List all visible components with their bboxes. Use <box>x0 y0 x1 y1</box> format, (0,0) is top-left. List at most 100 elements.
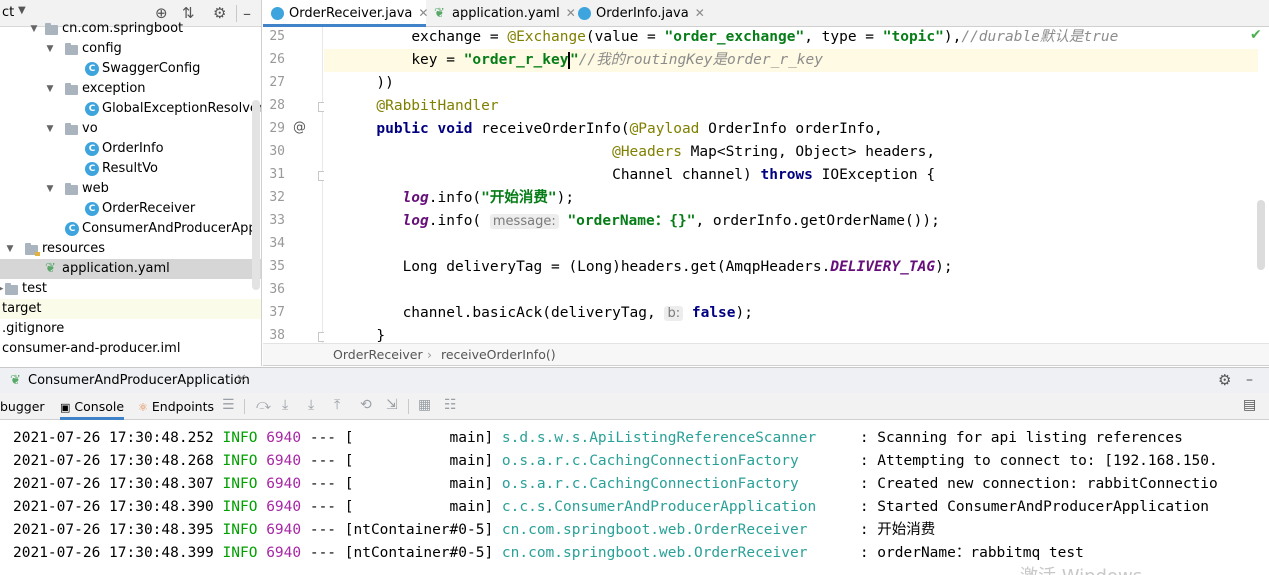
log-line: 2021-07-26 17:30:48.395 INFO 6940 --- [n… <box>13 522 936 538</box>
line-number: 36 <box>269 282 285 297</box>
code-editor[interactable]: exchange = @Exchange(value = "order_exch… <box>324 27 1258 343</box>
line-number: 27 <box>269 75 285 90</box>
tree-item-label: OrderReceiver <box>102 201 196 216</box>
tab-endpoints[interactable]: ⚛ Endpoints <box>138 393 214 420</box>
breadcrumb-method[interactable]: receiveOrderInfo() <box>441 344 556 366</box>
code-line-27: )) <box>324 75 394 91</box>
line-number: 33 <box>269 213 285 228</box>
tab-application-yaml[interactable]: ❦ application.yaml ✕ <box>426 0 576 27</box>
resources-folder-icon <box>25 243 40 256</box>
package-icon <box>45 23 58 35</box>
line-number: 37 <box>269 305 285 320</box>
run-tab-bar: bugger ▣ Console ⚛ Endpoints ☰ ⤼ ⤓ ⤓ ⤒ ⟲ ⇲… <box>0 393 1269 420</box>
console-output[interactable]: 2021-07-26 17:30:48.252 INFO 6940 --- [ … <box>0 420 1269 575</box>
log-line: 2021-07-26 17:30:48.252 INFO 6940 --- [ … <box>13 430 1183 446</box>
line-number: 25 <box>269 29 285 44</box>
tab-debugger[interactable]: bugger <box>0 393 45 420</box>
tree-item-application-class[interactable]: C ConsumerAndProducerApplica <box>0 219 262 239</box>
tab-console[interactable]: ▣ Console <box>60 393 125 420</box>
class-icon: C <box>85 102 99 116</box>
code-line-26: key = "order_r_key "//我的routingKey是order_… <box>324 49 1258 72</box>
expand-arrow-icon[interactable]: ▼ <box>44 179 56 199</box>
implemented-method-icon[interactable]: @ <box>293 120 306 135</box>
step-into-icon[interactable]: ⤓ <box>282 397 288 413</box>
log-line: 2021-07-26 17:30:48.399 INFO 6940 --- [n… <box>13 545 1084 561</box>
spring-boot-class-icon: C <box>65 222 79 236</box>
tab-label: OrderReceiver.java <box>289 6 413 21</box>
trace-icon[interactable]: ☷ <box>444 397 457 413</box>
tab-orderreceiver[interactable]: OrderReceiver.java ✕ <box>263 0 428 27</box>
editor-gutter[interactable]: 25 26 27 28 29 30 31 32 33 34 35 36 37 3… <box>263 27 327 343</box>
spring-boot-run-icon: ❦ <box>10 373 21 388</box>
drop-frame-icon[interactable]: ⟲ <box>360 397 372 413</box>
tree-item-package[interactable]: ▼ cn.com.springboot <box>0 19 261 39</box>
expand-arrow-icon[interactable]: ▼ <box>44 119 56 139</box>
folder-icon <box>5 283 18 295</box>
tree-item-vo[interactable]: ▼ vo <box>0 119 261 139</box>
tree-item-label: application.yaml <box>62 261 170 276</box>
tab-orderinfo[interactable]: OrderInfo.java ✕ <box>570 0 705 27</box>
line-number: 29 <box>269 121 285 136</box>
tree-item-label: test <box>22 281 47 296</box>
expand-arrow-icon[interactable]: ▼ <box>4 239 16 259</box>
yaml-leaf-icon: ❦ <box>45 261 56 276</box>
minimize-icon[interactable]: – <box>1246 372 1253 388</box>
breadcrumb-class[interactable]: OrderReceiver <box>333 344 423 366</box>
evaluate-expression-icon[interactable]: ▦ <box>418 397 431 413</box>
tree-item-resources[interactable]: ▼ resources <box>0 239 261 259</box>
tree-item-globalexceptionresolver[interactable]: C GlobalExceptionResolver <box>0 99 261 119</box>
code-line-33: log.info( message: "orderName：{}", order… <box>402 213 940 229</box>
tree-scrollbar[interactable] <box>252 100 260 290</box>
layout-icon[interactable]: ▤ <box>1243 397 1256 413</box>
tree-item-web[interactable]: ▼ web <box>0 179 261 199</box>
editor-scrollbar[interactable] <box>1257 200 1265 270</box>
tree-item-orderinfo[interactable]: C OrderInfo <box>0 139 261 159</box>
tree-item-iml[interactable]: consumer-and-producer.iml <box>0 339 261 359</box>
tree-item-label: .gitignore <box>2 321 65 336</box>
expand-arrow-icon[interactable]: ▼ <box>44 79 56 99</box>
tree-item-config[interactable]: ▼ config <box>0 39 261 59</box>
tree-item-label: target <box>2 301 42 316</box>
code-line-38: } <box>324 328 386 343</box>
line-number: 32 <box>269 190 285 205</box>
parameter-hint: message: <box>489 214 559 229</box>
inspection-ok-icon[interactable]: ✔ <box>1250 27 1262 43</box>
tree-item-test[interactable]: ▶ test <box>0 279 261 299</box>
force-step-into-icon[interactable]: ⤓ <box>308 397 314 413</box>
code-line-35: Long deliveryTag = (Long)headers.get(Amq… <box>402 259 953 275</box>
tree-item-swaggerconfig[interactable]: C SwaggerConfig <box>0 59 261 79</box>
chevron-down-icon[interactable]: ▼ <box>18 5 26 16</box>
run-config-name[interactable]: ConsumerAndProducerApplication <box>28 373 250 388</box>
step-over-icon[interactable]: ⤼ <box>256 397 271 413</box>
expand-arrow-icon[interactable]: ▼ <box>44 39 56 59</box>
breadcrumb-separator: › <box>427 347 432 362</box>
tree-item-label: exception <box>82 81 146 96</box>
tree-item-gitignore[interactable]: .gitignore <box>0 319 261 339</box>
tree-item-label: OrderInfo <box>102 141 164 156</box>
tree-item-label: vo <box>82 121 98 136</box>
code-line-30: @Headers Map<String, Object> headers, <box>612 144 936 160</box>
tree-item-target[interactable]: target <box>0 299 261 319</box>
tree-item-application-yaml[interactable]: ❦ application.yaml <box>0 259 261 279</box>
expand-arrow-icon[interactable]: ▼ <box>28 19 40 39</box>
tree-item-resultvo[interactable]: C ResultVo <box>0 159 261 179</box>
gear-icon[interactable]: ⚙ <box>1218 371 1231 389</box>
run-to-cursor-icon[interactable]: ⇲ <box>386 397 398 413</box>
tree-item-label: SwaggerConfig <box>102 61 201 76</box>
package-icon <box>65 83 78 95</box>
log-line: 2021-07-26 17:30:48.390 INFO 6940 --- [ … <box>13 499 1210 515</box>
tree-item-orderreceiver[interactable]: C OrderReceiver <box>0 199 261 219</box>
parameter-hint: b: <box>664 306 684 321</box>
package-icon <box>65 43 78 55</box>
menu-icon[interactable]: ☰ <box>222 397 235 413</box>
tree-item-label: ConsumerAndProducerApplica <box>82 221 262 236</box>
toolbar-divider <box>244 399 245 414</box>
project-view-label[interactable]: ct <box>2 5 14 20</box>
tab-label: Console <box>74 399 125 414</box>
close-icon[interactable]: ✕ <box>236 372 247 387</box>
line-number: 30 <box>269 144 285 159</box>
step-out-icon[interactable]: ⤒ <box>334 397 340 413</box>
close-icon[interactable]: ✕ <box>695 6 705 20</box>
class-icon <box>271 7 284 20</box>
tree-item-exception[interactable]: ▼ exception <box>0 79 261 99</box>
